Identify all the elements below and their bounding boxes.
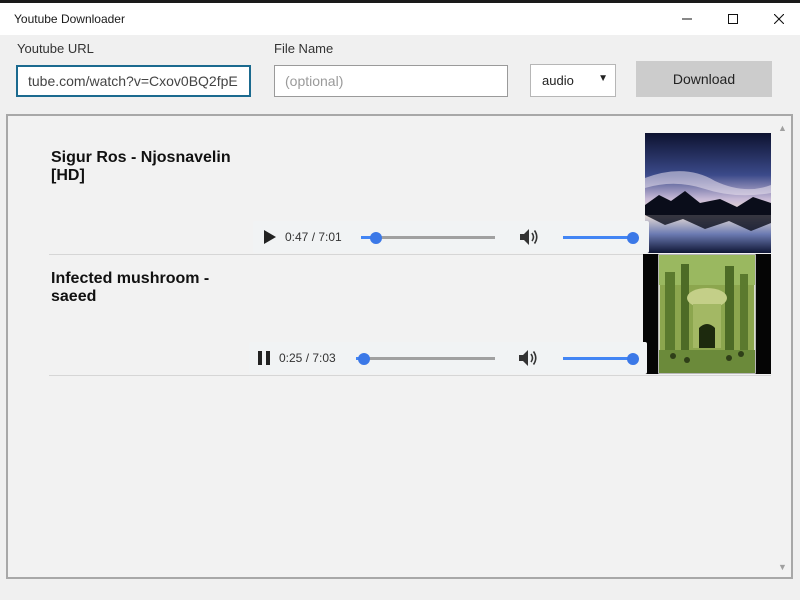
item-title: Sigur Ros - Njosnavelin [HD] [51,149,231,184]
maximize-icon [728,14,738,24]
list-item: Sigur Ros - Njosnavelin [HD] 0:47 / 7:01 [49,133,771,255]
duration: 7:01 [318,230,342,244]
audio-player: 0:47 / 7:01 [253,221,649,253]
thumbnail-image [643,254,771,374]
vertical-scrollbar[interactable]: ▲ ▼ [773,116,791,577]
url-input-value: tube.com/watch?v=Cxov0BQ2fpE [28,73,238,89]
seek-handle[interactable] [369,231,382,244]
pause-button[interactable] [257,351,271,368]
duration: 7:03 [312,351,336,365]
current-time: 0:47 [285,230,309,244]
downloads-list[interactable]: Sigur Ros - Njosnavelin [HD] 0:47 / 7:01… [6,114,793,579]
close-icon [774,14,784,24]
play-button[interactable] [264,230,276,247]
title-bar: Youtube Downloader [0,3,800,35]
volume-handle[interactable] [627,231,639,244]
scroll-down-icon[interactable]: ▼ [778,562,787,572]
seek-slider[interactable] [361,231,495,244]
dropdown-arrow-icon: ▼ [598,73,608,84]
play-icon [264,230,276,244]
seek-slider[interactable] [356,352,495,365]
seek-handle[interactable] [358,352,371,365]
audio-player: 0:25 / 7:03 [249,342,647,374]
volume-icon [519,350,537,366]
filename-placeholder: (optional) [285,73,344,89]
close-button[interactable] [756,3,800,35]
minimize-button[interactable] [664,3,710,35]
url-input[interactable]: tube.com/watch?v=Cxov0BQ2fpE [16,65,251,97]
volume-slider[interactable] [563,231,639,244]
maximize-button[interactable] [710,3,756,35]
download-button[interactable]: Download [636,61,772,97]
volume-icon [520,229,538,245]
format-select-value: audio [542,73,574,88]
minimize-icon [682,18,692,20]
item-title: Infected mushroom - saeed [51,270,210,305]
window-title: Youtube Downloader [14,12,125,26]
volume-slider[interactable] [563,352,639,365]
volume-handle[interactable] [627,352,639,365]
volume-fill [563,236,633,239]
thumbnail-image [645,133,771,253]
format-select[interactable]: audio ▼ [530,64,616,97]
volume-fill [563,357,633,360]
scroll-up-icon[interactable]: ▲ [778,123,787,133]
url-label: Youtube URL [17,41,94,56]
filename-label: File Name [274,41,334,56]
volume-button[interactable] [520,228,540,249]
pause-icon [258,351,270,365]
list-item: Infected mushroom - saeed 0:25 / 7:03 [49,254,771,376]
volume-button[interactable] [519,349,539,370]
current-time: 0:25 [279,351,303,365]
filename-input[interactable]: (optional) [274,65,508,97]
